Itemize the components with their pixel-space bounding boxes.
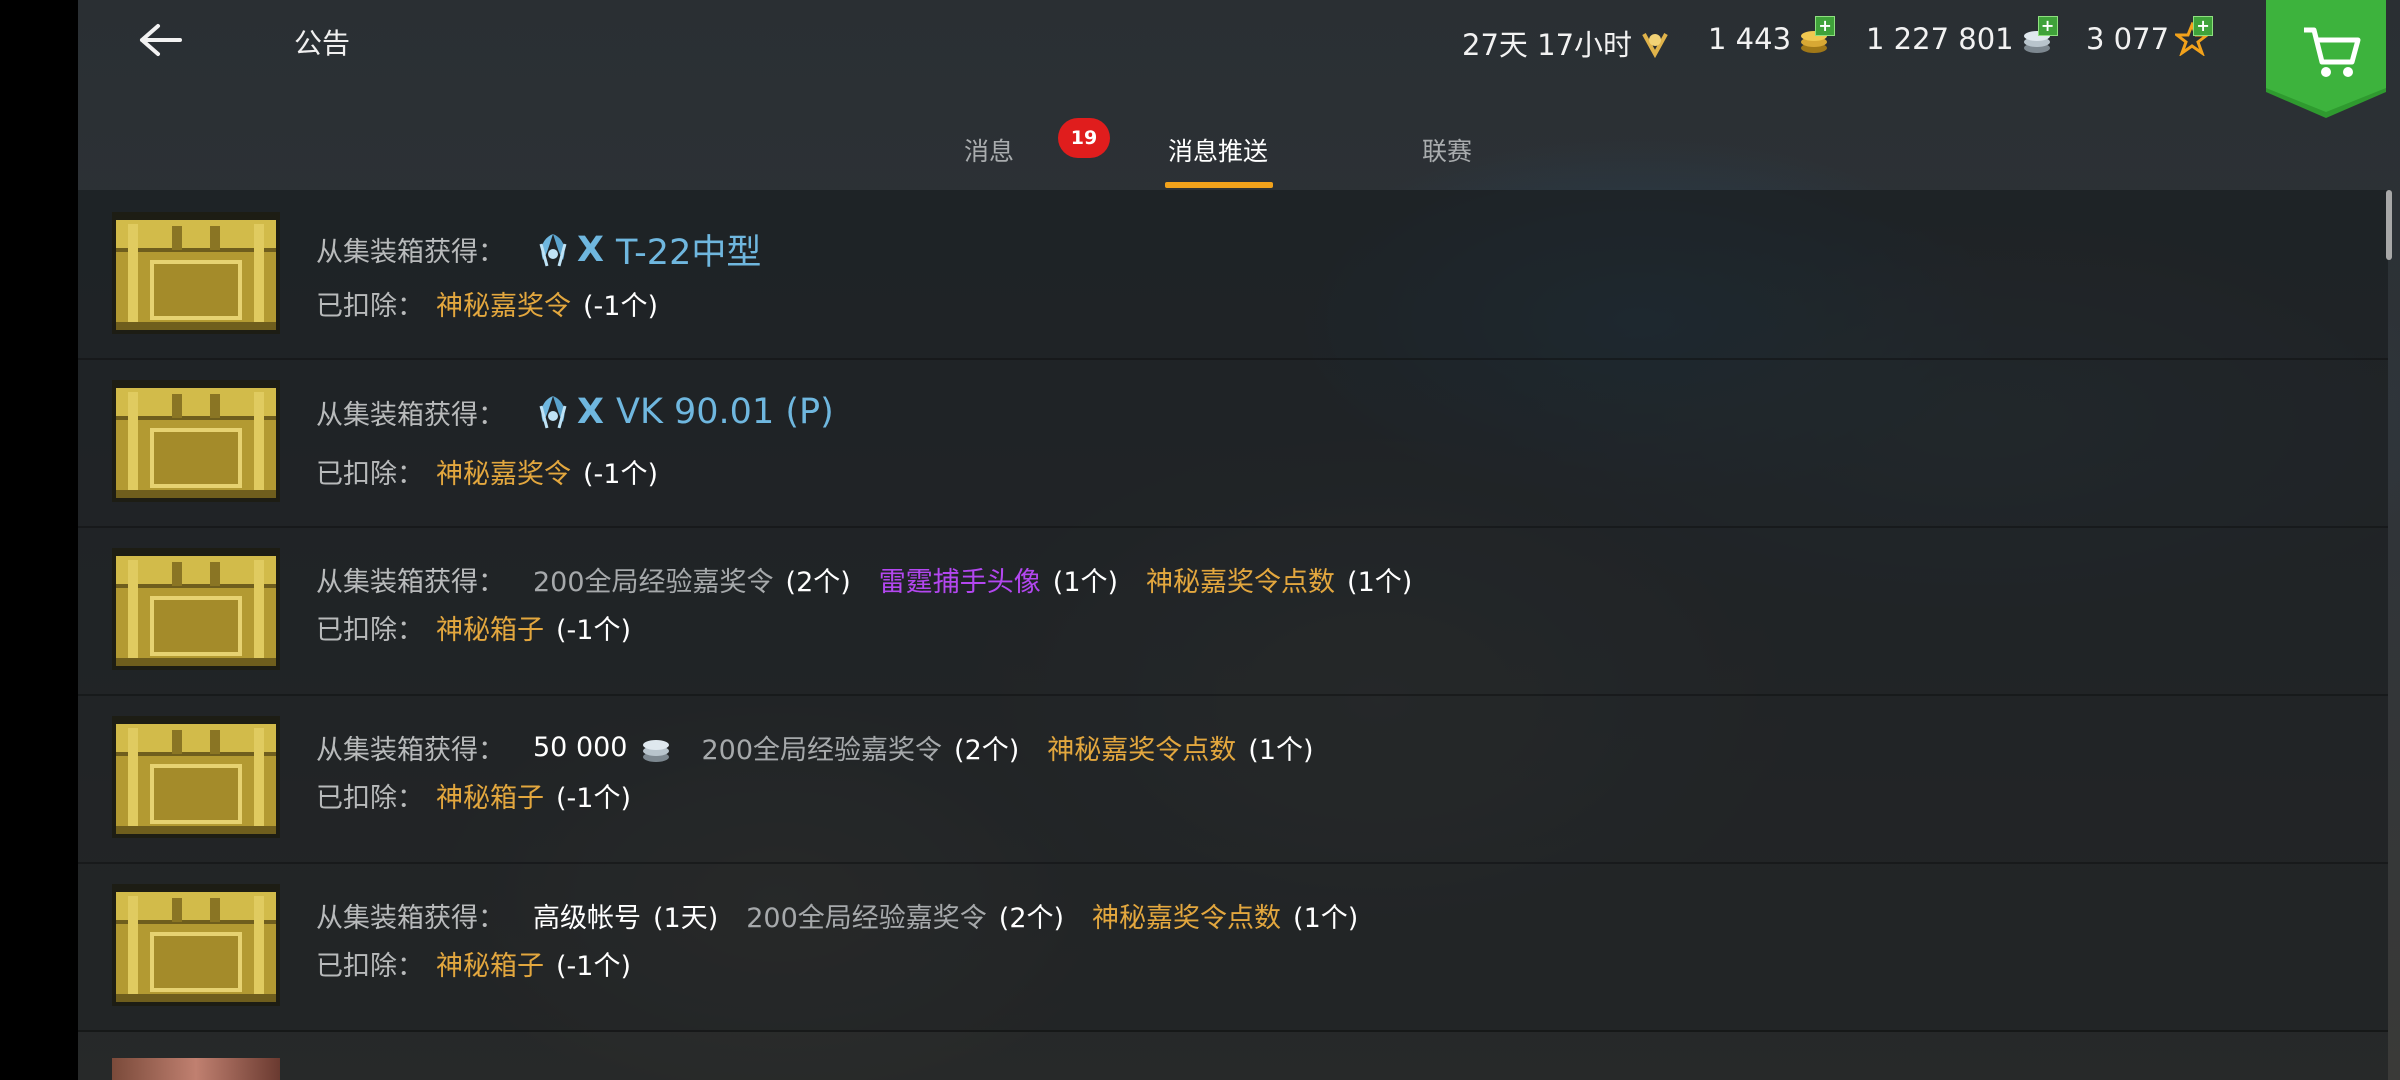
gold-coin-icon: + — [1797, 16, 1836, 56]
reward-quantity: (1个) — [1293, 903, 1359, 934]
deducted-item: 神秘箱子 — [436, 783, 544, 814]
deducted-label: 已扣除： — [316, 291, 424, 322]
deducted-item: 神秘嘉奖令 — [436, 459, 571, 490]
list-item[interactable]: 从集装箱获得： 50 000 200全局经验嘉奖令 (2个) 神秘嘉奖令点数 (… — [78, 694, 2388, 864]
from-container-label: 从集装箱获得： — [316, 237, 505, 268]
deducted-item: 神秘箱子 — [436, 615, 544, 646]
add-silver-icon[interactable]: + — [2037, 16, 2058, 36]
reward-name: 200全局经验嘉奖令 — [746, 903, 987, 934]
premium-account-duration: (1天) — [653, 903, 719, 934]
reward-name: 雷霆捕手头像 — [878, 567, 1041, 598]
deducted-quantity: (-1个) — [556, 783, 631, 814]
reward-line: 从集装箱获得： 高级帐号 (1天) 200全局经验嘉奖令 (2个) 神秘嘉奖令点… — [316, 896, 1358, 935]
reward-quantity: (1个) — [1347, 567, 1413, 598]
reward-quantity: (2个) — [785, 567, 851, 598]
silver-amount: 1 227 801 — [1866, 22, 2014, 56]
container-crate-icon — [112, 380, 280, 502]
silver-currency[interactable]: 1 227 801 + — [1866, 16, 2058, 56]
deduct-line: 已扣除： 神秘箱子 (-1个) — [316, 944, 631, 983]
tier-label: X — [577, 229, 604, 270]
deducted-item: 神秘箱子 — [436, 951, 544, 982]
reward-name: 神秘嘉奖令点数 — [1047, 735, 1237, 766]
from-container-label: 从集装箱获得： — [316, 903, 505, 934]
top-bar: 公告 27天 17小时 1 443 + 1 227 801 + 3 077 + — [78, 0, 2400, 118]
tier-label: X — [577, 392, 604, 432]
container-crate-icon — [112, 884, 280, 1006]
deducted-label: 已扣除： — [316, 783, 424, 814]
free-xp-currency[interactable]: 3 077 + — [2086, 16, 2214, 57]
premium-timer[interactable]: 27天 17小时 — [1462, 22, 1672, 64]
deducted-quantity: (-1个) — [556, 615, 631, 646]
vehicle-class-icon — [533, 392, 573, 432]
reward-quantity: (1个) — [1052, 567, 1119, 598]
free-xp-amount: 3 077 — [2086, 22, 2170, 56]
unread-count-badge: 19 — [1058, 118, 1110, 158]
reward-line: 从集装箱获得： X T-22中型 — [316, 224, 761, 275]
active-tab-indicator — [1165, 182, 1273, 188]
deducted-label: 已扣除： — [316, 459, 424, 490]
list-scrollbar[interactable] — [2386, 190, 2392, 260]
deduct-line: 已扣除： 神秘嘉奖令 (-1个) — [316, 452, 658, 491]
container-crate-icon — [112, 548, 280, 670]
reward-name: 200全局经验嘉奖令 — [533, 567, 774, 598]
reward-quantity: (2个) — [954, 735, 1020, 766]
vehicle-name: VK 90.01 (P) — [616, 392, 834, 432]
vehicle-class-icon — [533, 230, 573, 270]
list-item[interactable]: 从集装箱获得： X T-22中型 已扣除： 神秘嘉奖令 (-1个) — [78, 190, 2388, 360]
deducted-label: 已扣除： — [316, 951, 424, 982]
shopping-cart-icon — [2266, 0, 2386, 118]
list-item[interactable]: 从集装箱获得： 高级帐号 (1天) 200全局经验嘉奖令 (2个) 神秘嘉奖令点… — [78, 862, 2388, 1032]
list-item[interactable]: 从集装箱获得： 200全局经验嘉奖令 (2个) 雷霆捕手头像 (1个) 神秘嘉奖… — [78, 526, 2388, 696]
reward-name: 神秘嘉奖令点数 — [1092, 903, 1282, 934]
tab-push-messages[interactable]: 消息推送 — [1168, 132, 1268, 168]
deduct-line: 已扣除： 神秘箱子 (-1个) — [316, 776, 631, 815]
tab-messages[interactable]: 消息 — [964, 132, 1014, 168]
page-title: 公告 — [294, 27, 351, 60]
back-arrow-icon — [140, 24, 182, 56]
reward-line: 从集装箱获得： 200全局经验嘉奖令 (2个) 雷霆捕手头像 (1个) 神秘嘉奖… — [316, 560, 1412, 599]
add-gold-icon[interactable]: + — [1815, 16, 1836, 36]
silver-coin-icon: + — [2020, 16, 2058, 56]
reward-name: 神秘嘉奖令点数 — [1146, 567, 1336, 598]
premium-timer-text: 27天 17小时 — [1462, 28, 1633, 62]
from-container-label: 从集装箱获得： — [316, 735, 505, 766]
deduct-line: 已扣除： 神秘嘉奖令 (-1个) — [316, 284, 658, 323]
reward-quantity: (2个) — [998, 903, 1065, 934]
deducted-item: 神秘嘉奖令 — [436, 291, 571, 322]
deduct-line: 已扣除： 神秘箱子 (-1个) — [316, 608, 631, 647]
from-container-label: 从集装箱获得： — [316, 399, 505, 431]
vehicle-name: T-22中型 — [616, 233, 762, 273]
app-window: 公告 27天 17小时 1 443 + 1 227 801 + 3 077 + … — [78, 0, 2400, 1080]
premium-account-reward: 高级帐号 — [533, 903, 641, 934]
from-container-label: 从集装箱获得： — [316, 567, 505, 598]
notification-list[interactable]: 从集装箱获得： X T-22中型 已扣除： 神秘嘉奖令 (-1个) 从集装箱获得… — [78, 190, 2388, 1080]
gold-currency[interactable]: 1 443 + — [1708, 16, 1836, 56]
next-item-thumbnail — [112, 1058, 280, 1080]
reward-line: 从集装箱获得： 50 000 200全局经验嘉奖令 (2个) 神秘嘉奖令点数 (… — [316, 728, 1314, 767]
gold-amount: 1 443 — [1708, 22, 1792, 56]
reward-quantity: (1个) — [1248, 735, 1314, 766]
premium-badge-icon — [1638, 26, 1672, 60]
container-crate-icon — [112, 212, 280, 334]
deducted-label: 已扣除： — [316, 615, 424, 646]
list-item[interactable]: 从集装箱获得： X VK 90.01 (P) 已扣除： 神秘嘉奖令 (-1个) — [78, 358, 2388, 528]
back-button[interactable] — [128, 16, 188, 64]
reward-line: 从集装箱获得： X VK 90.01 (P) — [316, 392, 834, 432]
reward-name: 200全局经验嘉奖令 — [701, 735, 943, 766]
deducted-quantity: (-1个) — [583, 291, 658, 322]
add-free-xp-icon[interactable]: + — [2193, 16, 2214, 36]
tab-league[interactable]: 联赛 — [1422, 132, 1472, 168]
deducted-quantity: (-1个) — [556, 951, 631, 982]
deducted-quantity: (-1个) — [583, 459, 658, 490]
container-crate-icon — [112, 716, 280, 838]
shop-button[interactable] — [2266, 0, 2386, 118]
star-icon: + — [2172, 16, 2214, 57]
tab-bar: 消息 19 消息推送 联赛 — [78, 110, 2400, 190]
silver-coin-icon — [639, 731, 673, 765]
silver-reward-amount: 50 000 — [533, 732, 628, 763]
